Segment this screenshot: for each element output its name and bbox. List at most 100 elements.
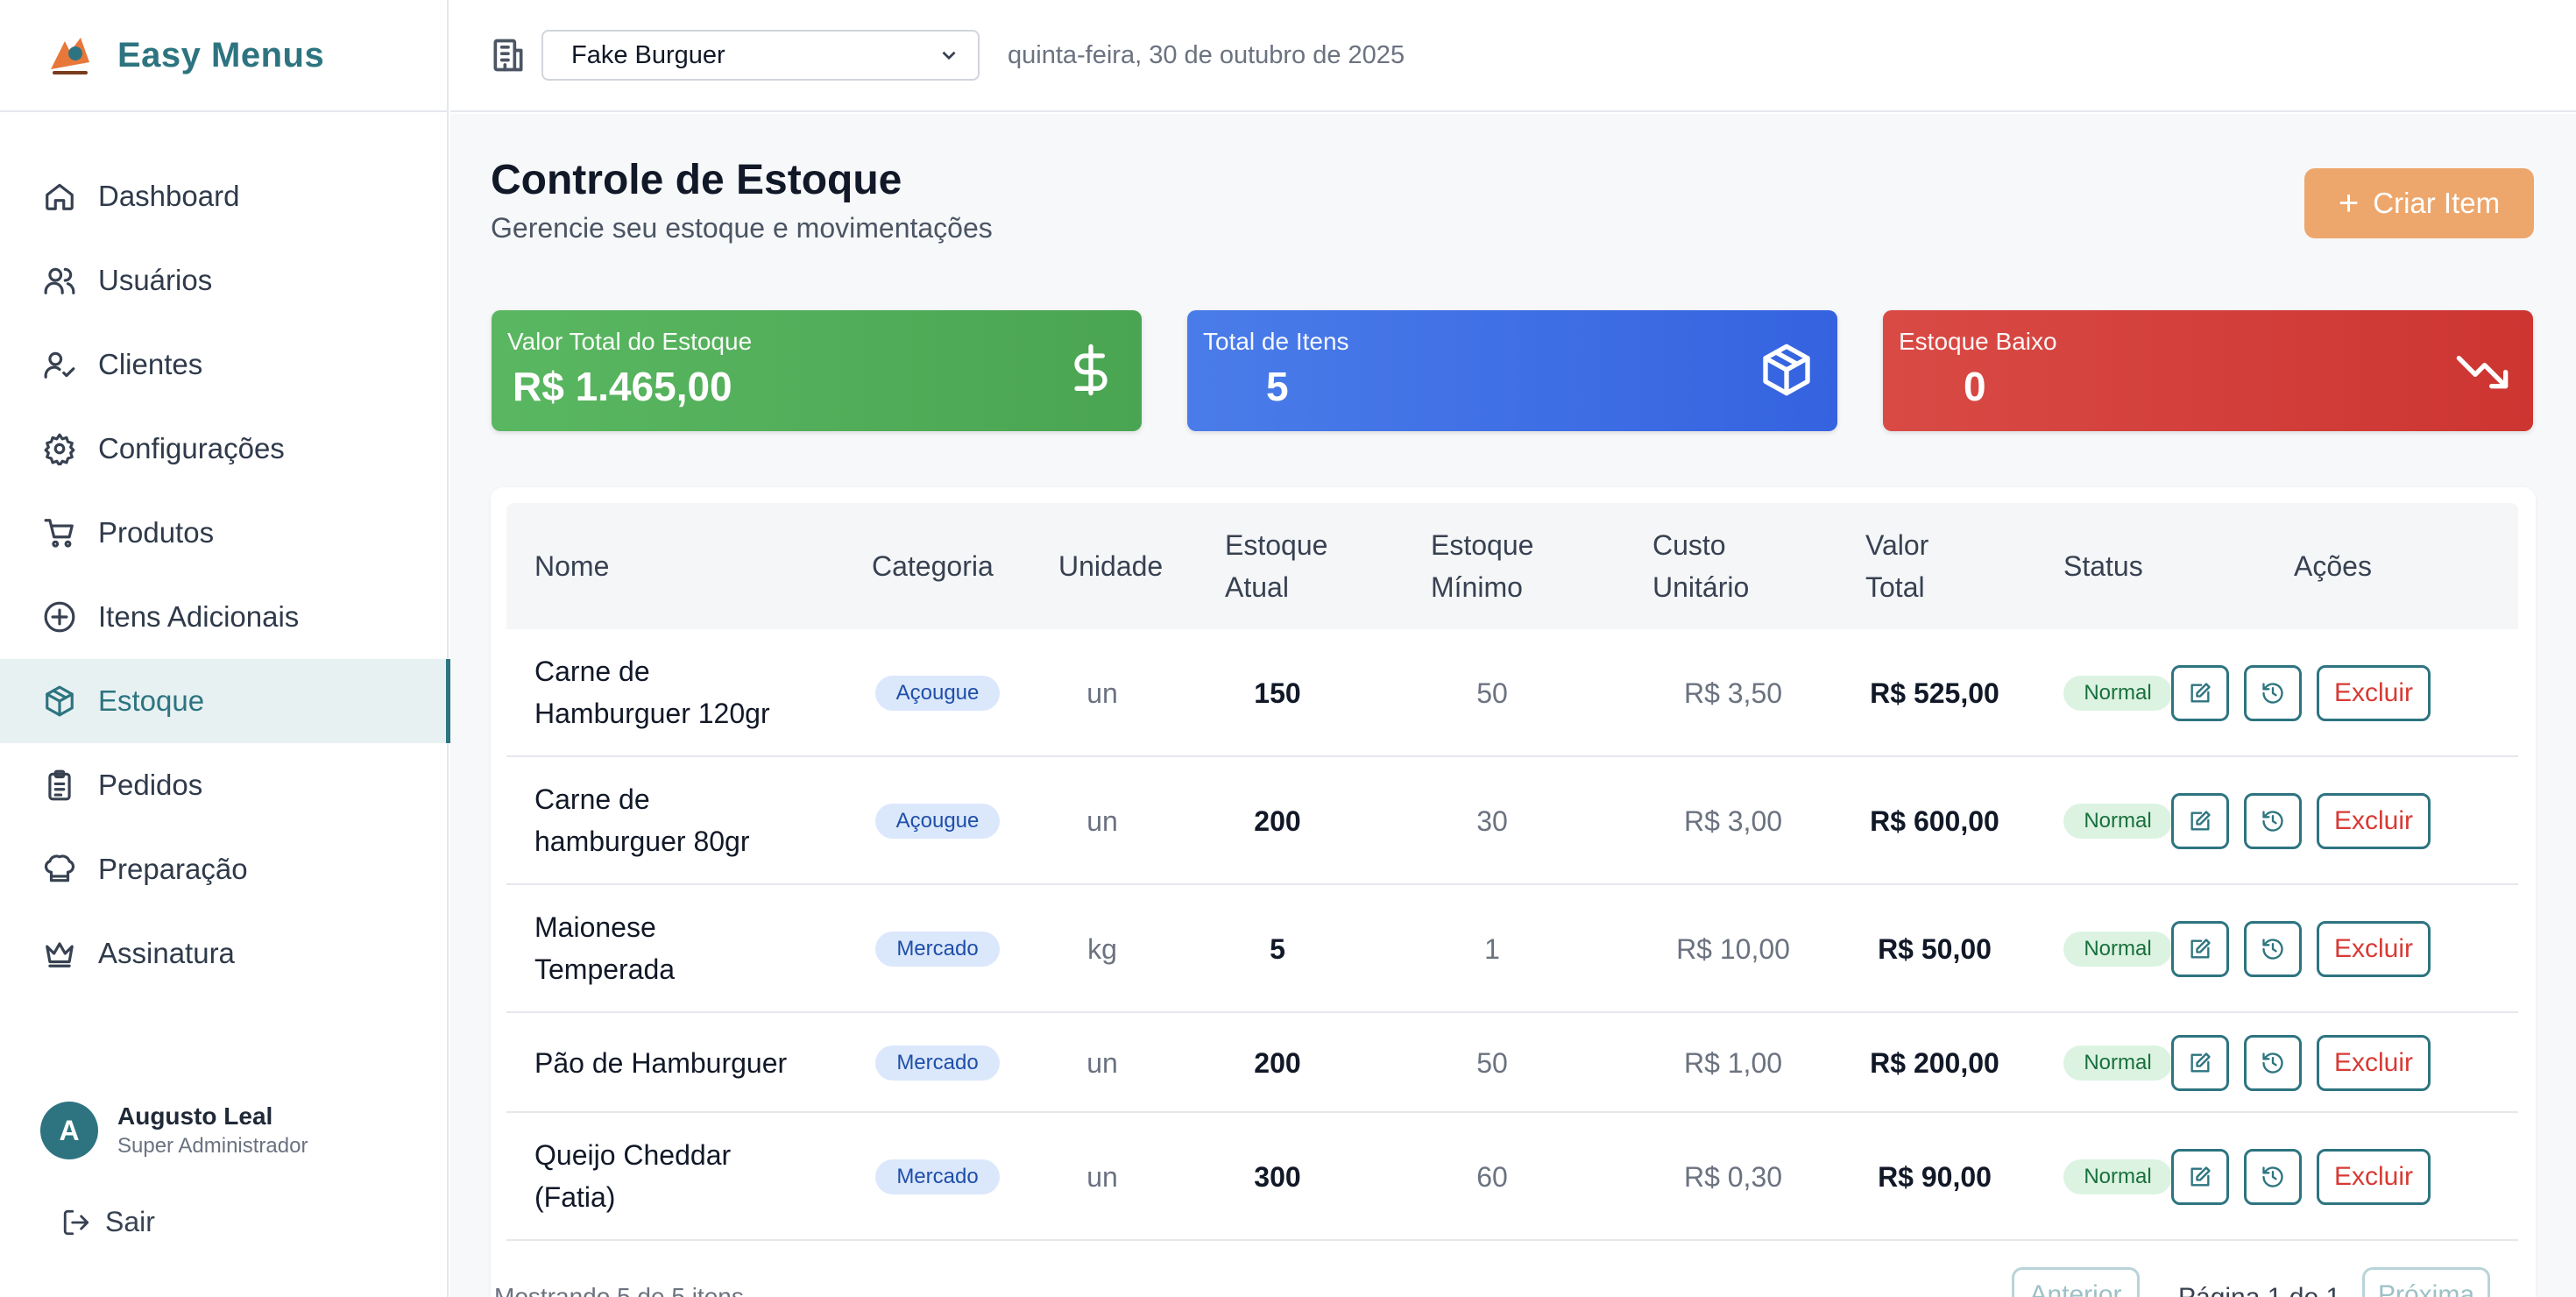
avatar: A [40,1102,98,1159]
stat-label: Total de Itens [1203,328,1349,355]
chevron-down-icon [942,51,956,60]
table-row: Pão de Hamburguer Mercado un 200 50 R$ 1… [506,1013,2518,1113]
edit-icon [2190,683,2211,703]
prev-page-button[interactable]: Anterior [2012,1267,2140,1297]
sidebar-item-label: Preparação [98,853,248,885]
user-check-icon [42,347,77,382]
users-icon [42,263,77,298]
edit-button[interactable] [2171,1035,2229,1091]
sidebar-item-dashboard[interactable]: Dashboard [0,154,449,238]
history-button[interactable] [2244,793,2302,849]
clipboard-icon [42,768,77,803]
item-total-value: R$ 90,00 [1878,1161,1992,1193]
logout-button[interactable]: Sair [61,1206,155,1238]
edit-button[interactable] [2171,793,2229,849]
history-button[interactable] [2244,921,2302,977]
item-name: Pão de Hamburguer [534,1047,788,1079]
sidebar-item-configuracoes[interactable]: Configurações [0,407,449,491]
category-badge: Açougue [875,676,1000,711]
brand-name: Easy Menus [117,35,325,74]
current-date: quinta-feira, 30 de outubro de 2025 [1008,40,1405,69]
item-unit-cost: R$ 0,30 [1683,1161,1783,1193]
delete-button[interactable]: Excluir [2317,665,2431,721]
item-name-line: Temperada [534,953,676,985]
table-row: Maionese Temperada Mercado kg 5 1 R$ 10,… [506,885,2518,1013]
sidebar-item-estoque[interactable]: Estoque [0,659,450,743]
item-name: Maionese Temperada [534,906,675,990]
sidebar-item-label: Configurações [98,432,285,464]
stat-label: Estoque Baixo [1899,328,2057,355]
create-item-label: Criar Item [2373,187,2501,219]
item-current-stock: 200 [1254,805,1301,837]
create-item-button[interactable]: + Criar Item [2304,168,2534,238]
sidebar-item-preparacao[interactable]: Preparação [0,827,449,911]
gear-icon [42,431,77,466]
sidebar-item-produtos[interactable]: Produtos [0,491,449,575]
chef-hat-icon [42,852,77,887]
history-button[interactable] [2244,1035,2302,1091]
building-icon [489,36,527,74]
table-row: Queijo Cheddar (Fatia) Mercado un 300 60… [506,1113,2518,1241]
item-name: Queijo Cheddar (Fatia) [534,1134,731,1218]
header-line: Mínimo [1431,571,1523,603]
edit-button[interactable] [2171,665,2229,721]
item-current-stock: 200 [1254,1047,1301,1079]
next-page-button[interactable]: Próxima [2362,1267,2490,1297]
sidebar-item-label: Produtos [98,516,215,549]
package-icon [42,684,77,719]
sidebar-item-label: Usuários [98,264,213,296]
header-line: Unitário [1652,571,1750,603]
history-button[interactable] [2244,665,2302,721]
history-button[interactable] [2244,1149,2302,1205]
cart-icon [42,515,77,550]
item-name-line: (Fatia) [534,1181,616,1213]
item-unit: un [1086,805,1118,837]
store-select[interactable]: Fake Burguer [541,30,980,81]
stat-value: 5 [1266,364,1289,409]
topbar: Fake Burguer quinta-feira, 30 de outubro… [450,0,2576,112]
sidebar-item-assinatura[interactable]: Assinatura [0,911,449,996]
user-profile[interactable]: A Augusto Leal Super Administrador [40,1101,308,1160]
item-name-line: Maionese [534,911,656,943]
header-line: Custo [1652,529,1726,561]
category-badge: Mercado [875,1045,1000,1081]
sidebar-item-usuarios[interactable]: Usuários [0,238,449,322]
item-min-stock: 60 [1476,1161,1508,1193]
item-unit-cost: R$ 10,00 [1676,933,1790,965]
header-line: Estoque [1225,529,1328,561]
delete-button[interactable]: Excluir [2317,793,2431,849]
delete-button[interactable]: Excluir [2317,1149,2431,1205]
header-line: Estoque [1431,529,1534,561]
sidebar-item-clientes[interactable]: Clientes [0,322,449,407]
header-nome: Nome [534,550,610,582]
delete-button[interactable]: Excluir [2317,921,2431,977]
header-custo-unitario: Custo Unitário [1652,524,1749,608]
item-min-stock: 50 [1476,677,1508,709]
plus-circle-icon [42,599,77,634]
history-icon [2262,939,2283,960]
page-title: Controle de Estoque [491,157,902,203]
edit-button[interactable] [2171,1149,2229,1205]
table-row: Carne de Hamburguer 120gr Açougue un 150… [506,629,2518,757]
edit-icon [2190,811,2211,831]
sidebar: Easy Menus Dashboard Usuários Clientes C… [0,0,450,1297]
item-unit-cost: R$ 3,50 [1683,677,1783,709]
table-header: Nome Categoria Unidade Estoque Atual Est… [506,503,2518,629]
sidebar-item-itens-adicionais[interactable]: Itens Adicionais [0,575,449,659]
store-select-value: Fake Burguer [571,40,725,69]
sidebar-nav: Dashboard Usuários Clientes Configuraçõe… [0,154,450,996]
showing-count: Mostrando 5 de 5 itens [494,1283,744,1297]
delete-button[interactable]: Excluir [2317,1035,2431,1091]
item-total-value: R$ 50,00 [1878,933,1992,965]
edit-button[interactable] [2171,921,2229,977]
item-total-value: R$ 200,00 [1870,1047,1999,1079]
item-unit-cost: R$ 1,00 [1683,1047,1783,1079]
item-name-line: Queijo Cheddar [534,1139,732,1171]
brand[interactable]: Easy Menus [0,0,447,112]
edit-icon [2190,1052,2211,1073]
sidebar-item-pedidos[interactable]: Pedidos [0,743,449,827]
box-icon [1759,342,1815,398]
sidebar-item-label: Itens Adicionais [98,600,300,633]
logout-label: Sair [105,1206,155,1237]
item-total-value: R$ 600,00 [1870,805,1999,837]
